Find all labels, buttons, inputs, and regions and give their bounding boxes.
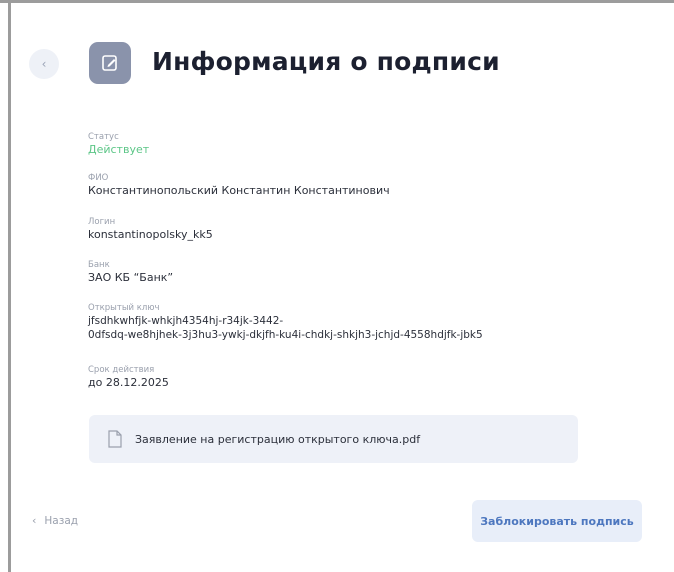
back-link[interactable]: ‹ Назад: [32, 514, 78, 527]
window-left-border: [8, 0, 11, 572]
block-signature-button[interactable]: Заблокировать подпись: [472, 500, 642, 542]
field-login: Логин konstantinopolsky_kk5: [88, 216, 213, 242]
status-label: Статус: [88, 132, 119, 142]
bank-label: Банк: [88, 260, 110, 270]
field-validity: Срок действия до 28.12.2025: [88, 364, 169, 390]
file-icon: [108, 430, 122, 448]
back-link-label: Назад: [44, 514, 79, 527]
login-label: Логин: [88, 217, 116, 227]
attachment-card[interactable]: Заявление на регистрацию открытого ключа…: [89, 415, 578, 463]
chevron-left-icon: ‹: [41, 57, 47, 71]
public-key-line-1: jfsdhkwhfjk-whkjh4354hj-r34jk-3442-: [88, 315, 284, 327]
back-icon-button[interactable]: ‹: [29, 49, 59, 79]
field-bank: Банк ЗАО КБ “Банк”: [88, 259, 173, 285]
chevron-left-icon: ‹: [32, 514, 37, 527]
edit-document-glyph: [102, 55, 117, 71]
validity-label: Срок действия: [88, 365, 155, 375]
fio-label: ФИО: [88, 173, 109, 183]
public-key-line-2: 0dfsdq-we8hjhek-3j3hu3-ywkj-dkjfh-ku4i-c…: [88, 329, 483, 341]
bank-value: ЗАО КБ “Банк”: [88, 271, 174, 284]
status-value: Действует: [88, 143, 150, 156]
field-public-key: Открытый ключ jfsdhkwhfjk-whkjh4354hj-r3…: [88, 302, 483, 342]
attachment-filename[interactable]: Заявление на регистрацию открытого ключа…: [135, 433, 420, 446]
edit-document-icon: [89, 42, 131, 84]
validity-value: до 28.12.2025: [88, 376, 169, 389]
login-value: konstantinopolsky_kk5: [88, 228, 213, 241]
page-title: Информация о подписи: [152, 47, 500, 76]
fio-value: Константинопольский Константин Константи…: [88, 184, 390, 197]
window-top-border: [0, 0, 674, 3]
field-fio: ФИО Константинопольский Константин Конст…: [88, 172, 390, 198]
field-status: Статус Действует: [88, 131, 149, 157]
public-key-label: Открытый ключ: [88, 303, 160, 313]
